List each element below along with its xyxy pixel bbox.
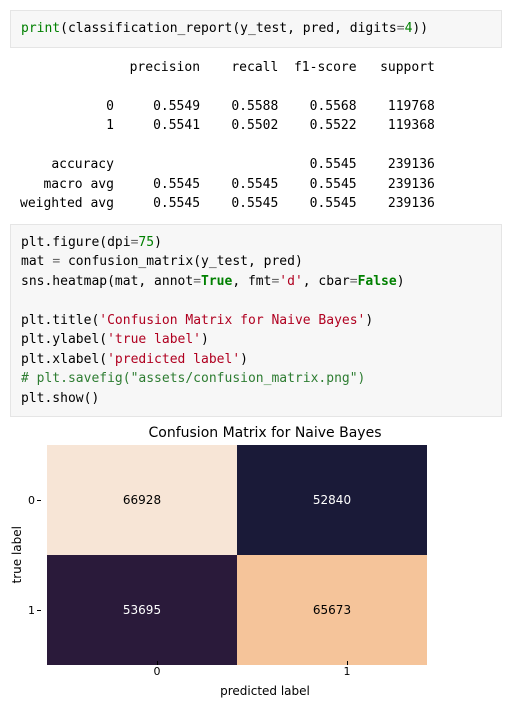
accuracy-f1: 0.5545 [310, 157, 357, 172]
weighted-p: 0.5545 [153, 196, 200, 211]
cell-0-0: 66928 [47, 445, 237, 555]
macro-p: 0.5545 [153, 177, 200, 192]
hdr-recall: recall [231, 60, 278, 75]
l5b: 'true label' [107, 332, 201, 347]
l3e: , cbar [303, 274, 350, 289]
l5a: plt.ylabel( [21, 332, 107, 347]
row1-s: 119368 [388, 118, 435, 133]
l3d: 'd' [279, 274, 302, 289]
classification-report-output: precision recall f1-score support 0 0.55… [10, 54, 502, 224]
row0-f: 0.5568 [310, 99, 357, 114]
macro-label: macro avg [43, 177, 113, 192]
cell-1-0: 53695 [47, 555, 237, 665]
code-cell-print-report: print(classification_report(y_test, pred… [10, 10, 502, 48]
x-tick-0: 0 [154, 665, 161, 678]
weighted-r: 0.5545 [231, 196, 278, 211]
hdr-precision: precision [130, 60, 200, 75]
row0-label: 0 [106, 99, 114, 114]
l3f: False [358, 274, 397, 289]
l8: plt.show() [21, 391, 99, 406]
row0-r: 0.5588 [231, 99, 278, 114]
hdr-support: support [380, 60, 435, 75]
accuracy-label: accuracy [51, 157, 114, 172]
kwval-4: 4 [405, 21, 413, 36]
confusion-matrix-chart: Confusion Matrix for Naive Bayes true la… [10, 425, 470, 698]
x-ticks: 0 1 [62, 665, 470, 678]
weighted-s: 239136 [388, 196, 435, 211]
accuracy-s: 239136 [388, 157, 435, 172]
l3a: sns.heatmap(mat, annot [21, 274, 193, 289]
y-ticks: 0 1 [28, 445, 41, 665]
row0-p: 0.5549 [153, 99, 200, 114]
x-tick-1: 1 [344, 665, 351, 678]
l2a: mat [21, 254, 52, 269]
macro-s: 239136 [388, 177, 435, 192]
row0-s: 119768 [388, 99, 435, 114]
l6a: plt.xlabel( [21, 352, 107, 367]
weighted-label: weighted avg [20, 196, 114, 211]
l4a: plt.title( [21, 313, 99, 328]
kwarg-digits: digits [350, 21, 397, 36]
y-axis-label: true label [10, 526, 24, 583]
macro-f: 0.5545 [310, 177, 357, 192]
row1-f: 0.5522 [310, 118, 357, 133]
weighted-f: 0.5545 [310, 196, 357, 211]
macro-r: 0.5545 [231, 177, 278, 192]
l1a: plt.figure(dpi [21, 235, 131, 250]
chart-title: Confusion Matrix for Naive Bayes [60, 425, 470, 441]
l7-comment: # plt.savefig("assets/confusion_matrix.p… [21, 371, 365, 386]
row1-p: 0.5541 [153, 118, 200, 133]
arg-pred: pred [303, 21, 334, 36]
arg-ytest: y_test [240, 21, 287, 36]
l6b: 'predicted label' [107, 352, 240, 367]
cell-1-1: 65673 [237, 555, 427, 665]
l1b: 75 [138, 235, 154, 250]
heatmap-grid: 66928 52840 53695 65673 [47, 445, 427, 665]
x-axis-label: predicted label [60, 684, 470, 698]
hdr-f1: f1-score [294, 60, 357, 75]
row1-r: 0.5502 [231, 118, 278, 133]
code-cell-plot-confusion: plt.figure(dpi=75) mat = confusion_matri… [10, 224, 502, 418]
l3b: True [201, 274, 232, 289]
l4b: 'Confusion Matrix for Naive Bayes' [99, 313, 365, 328]
row1-label: 1 [106, 118, 114, 133]
fn-classification-report: classification_report [68, 21, 232, 36]
l2b: confusion_matrix(y_test, pred) [60, 254, 303, 269]
fn-print: print [21, 21, 60, 36]
l3c: , fmt [232, 274, 271, 289]
y-tick-0: 0 [28, 494, 35, 507]
cell-0-1: 52840 [237, 445, 427, 555]
y-tick-1: 1 [28, 604, 35, 617]
